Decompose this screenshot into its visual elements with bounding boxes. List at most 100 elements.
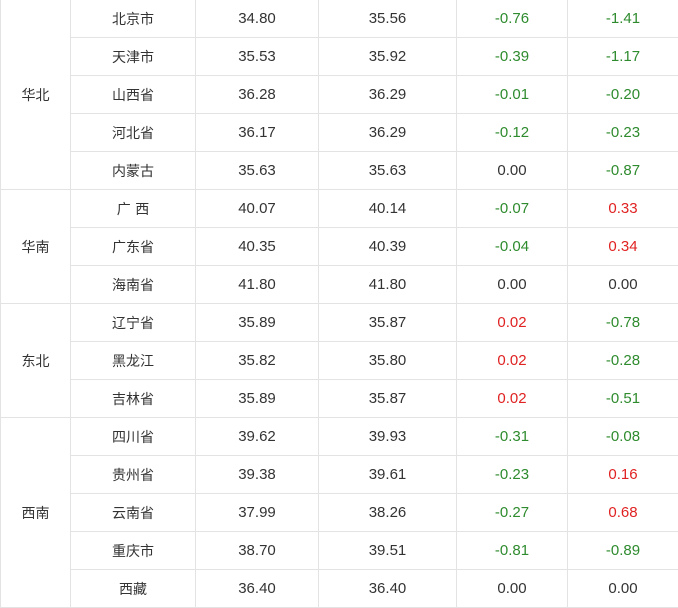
province-cell: 广东省 [70,227,196,266]
change-2-cell: -0.23 [567,113,678,152]
value-current-cell: 34.80 [195,0,319,38]
value-current-cell: 40.07 [195,189,319,228]
change-2-cell: -1.17 [567,37,678,76]
province-cell: 吉林省 [70,379,196,418]
table-row: 东北 辽宁省 35.89 35.87 0.02 -0.78 [0,303,678,418]
value-previous-cell: 40.39 [318,227,457,266]
province-cell: 天津市 [70,37,196,76]
change-1-cell: -0.23 [456,455,568,494]
table-row: 广东省 40.35 40.39 -0.04 0.34 [1,227,678,266]
province-cell: 山西省 [70,75,196,114]
change-1-cell: 0.02 [456,379,568,418]
value-previous-cell: 35.92 [318,37,457,76]
change-1-cell: 0.00 [456,151,568,190]
value-previous-cell: 35.80 [318,341,457,380]
province-cell: 海南省 [70,265,196,304]
change-2-cell: 0.34 [567,227,678,266]
table-row: 山西省 36.28 36.29 -0.01 -0.20 [1,75,678,114]
province-cell: 四川省 [70,417,196,456]
province-cell: 辽宁省 [70,303,196,342]
province-cell: 贵州省 [70,455,196,494]
table-row: 西藏 36.40 36.40 0.00 0.00 [1,569,678,608]
table-row: 云南省 37.99 38.26 -0.27 0.68 [1,493,678,532]
value-current-cell: 38.70 [195,531,319,570]
change-1-cell: -0.39 [456,37,568,76]
value-current-cell: 39.38 [195,455,319,494]
change-2-cell: 0.33 [567,189,678,228]
value-previous-cell: 41.80 [318,265,457,304]
province-cell: 北京市 [70,0,196,38]
value-previous-cell: 35.87 [318,379,457,418]
value-previous-cell: 39.51 [318,531,457,570]
value-previous-cell: 36.29 [318,113,457,152]
change-1-cell: -0.81 [456,531,568,570]
table-row: 内蒙古 35.63 35.63 0.00 -0.87 [1,151,678,190]
region-cell: 华北 [0,0,71,190]
change-1-cell: 0.00 [456,265,568,304]
change-2-cell: -0.78 [567,303,678,342]
province-cell: 内蒙古 [70,151,196,190]
table-row: 海南省 41.80 41.80 0.00 0.00 [1,265,678,304]
table-row: 重庆市 38.70 39.51 -0.81 -0.89 [1,531,678,570]
value-previous-cell: 39.61 [318,455,457,494]
change-2-cell: 0.00 [567,569,678,608]
region-cell: 西南 [0,417,71,608]
change-2-cell: -0.87 [567,151,678,190]
change-2-cell: -0.89 [567,531,678,570]
table-body: 华北 北京市 34.80 35.56 -0.76 -1.41 天津市 35.53 35.92 -0… [0,0,678,608]
value-current-cell: 35.53 [195,37,319,76]
change-2-cell: 0.68 [567,493,678,532]
province-cell: 黑龙江 [70,341,196,380]
region-cell: 华南 [0,189,71,304]
value-current-cell: 35.89 [195,303,319,342]
province-cell: 重庆市 [70,531,196,570]
table-row: 河北省 36.17 36.29 -0.12 -0.23 [1,113,678,152]
change-1-cell: -0.76 [456,0,568,38]
province-cell: 广 西 [70,189,196,228]
table-row: 天津市 35.53 35.92 -0.39 -1.17 [1,37,678,76]
change-2-cell: -0.28 [567,341,678,380]
change-1-cell: -0.04 [456,227,568,266]
value-previous-cell: 39.93 [318,417,457,456]
province-cell: 云南省 [70,493,196,532]
price-table: 华北 北京市 34.80 35.56 -0.76 -1.41 天津市 35.53 35.92 -0… [0,0,678,608]
value-previous-cell: 35.56 [318,0,457,38]
table-row: 黑龙江 35.82 35.80 0.02 -0.28 [1,341,678,380]
change-1-cell: -0.12 [456,113,568,152]
change-2-cell: -1.41 [567,0,678,38]
value-current-cell: 35.89 [195,379,319,418]
change-1-cell: -0.31 [456,417,568,456]
change-1-cell: 0.02 [456,341,568,380]
change-1-cell: -0.27 [456,493,568,532]
value-previous-cell: 38.26 [318,493,457,532]
table-row: 吉林省 35.89 35.87 0.02 -0.51 [1,379,678,418]
table-row: 华南广 西 40.07 40.14 -0.07 0.33 [0,189,678,304]
change-2-cell: -0.08 [567,417,678,456]
change-1-cell: -0.07 [456,189,568,228]
value-current-cell: 41.80 [195,265,319,304]
table-row: 西南 四川省 39.62 39.93 -0.31 -0.08 [0,417,678,608]
value-current-cell: 39.62 [195,417,319,456]
change-1-cell: 0.00 [456,569,568,608]
value-previous-cell: 35.87 [318,303,457,342]
change-2-cell: -0.20 [567,75,678,114]
value-current-cell: 35.82 [195,341,319,380]
value-previous-cell: 36.40 [318,569,457,608]
value-current-cell: 40.35 [195,227,319,266]
table-row: 华北 北京市 34.80 35.56 -0.76 -1.41 [0,0,678,190]
value-previous-cell: 40.14 [318,189,457,228]
change-1-cell: 0.02 [456,303,568,342]
province-cell: 西藏 [70,569,196,608]
value-previous-cell: 36.29 [318,75,457,114]
value-previous-cell: 35.63 [318,151,457,190]
province-cell: 河北省 [70,113,196,152]
value-current-cell: 35.63 [195,151,319,190]
change-2-cell: 0.00 [567,265,678,304]
change-2-cell: 0.16 [567,455,678,494]
table-row: 贵州省 39.38 39.61 -0.23 0.16 [1,455,678,494]
value-current-cell: 36.17 [195,113,319,152]
value-current-cell: 36.40 [195,569,319,608]
change-1-cell: -0.01 [456,75,568,114]
value-current-cell: 36.28 [195,75,319,114]
value-current-cell: 37.99 [195,493,319,532]
